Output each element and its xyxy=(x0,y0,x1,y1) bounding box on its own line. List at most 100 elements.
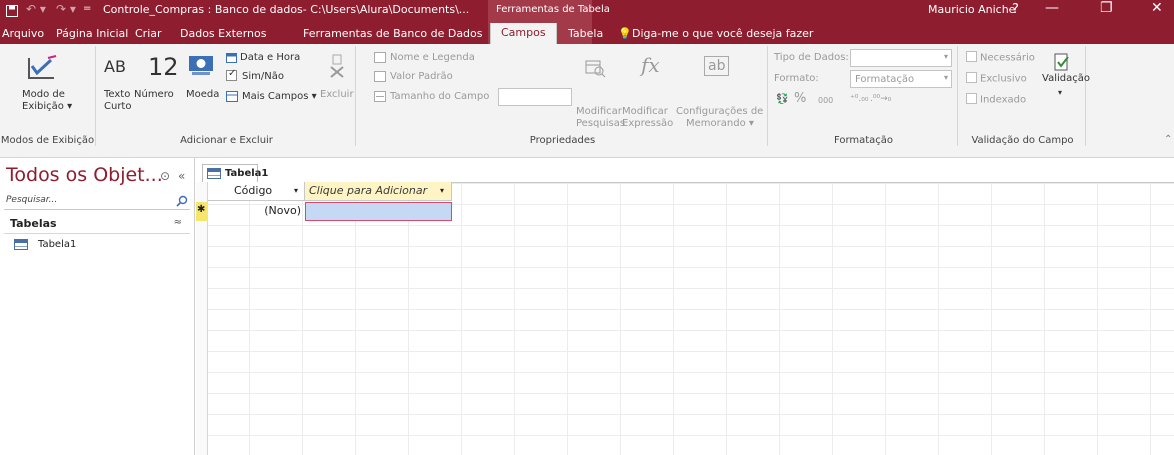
column-sort-icon[interactable]: ▾ xyxy=(294,186,298,195)
column-header-codigo[interactable]: Código ▾ xyxy=(208,182,305,201)
save-icon[interactable] xyxy=(6,5,18,17)
new-row-star-icon: ✱ xyxy=(197,204,206,215)
datasheet-grid[interactable] xyxy=(196,182,1174,455)
modify-lookups-icon[interactable] xyxy=(584,56,606,78)
delete-field-icon[interactable] xyxy=(328,54,346,78)
format-label: Formato: xyxy=(774,73,819,84)
column-header-add-label: Clique para Adicionar xyxy=(309,184,428,197)
currency-label[interactable]: Moeda xyxy=(186,89,219,101)
close-button[interactable]: ✕ xyxy=(1151,0,1163,16)
field-size-label: Tamanho do Campo xyxy=(390,91,490,102)
thousands-icon[interactable]: 000 xyxy=(818,95,833,107)
search-icon[interactable] xyxy=(176,195,188,207)
view-label-2[interactable]: Exibição ▾ xyxy=(22,101,72,113)
customize-icon[interactable]: = xyxy=(83,3,91,14)
nav-dropdown-icon[interactable]: ⊙ xyxy=(160,169,170,183)
tell-me-search[interactable]: Diga-me o que você deseja fazer xyxy=(632,24,813,44)
number-label[interactable]: Número xyxy=(134,89,174,101)
memo-settings-label-2[interactable]: Memorando ▾ xyxy=(686,118,754,130)
menu-dados-externos[interactable]: Dados Externos xyxy=(180,24,266,44)
nav-search-input[interactable]: Pesquisar... xyxy=(4,194,190,210)
group-validation: Necessário Exclusivo Indexado Validação … xyxy=(960,46,1090,146)
nav-section-label: Tabelas xyxy=(10,217,57,230)
modify-expression-label-1[interactable]: Modificar xyxy=(622,106,668,118)
modify-lookups-label-1[interactable]: Modificar xyxy=(576,106,622,118)
more-fields-icon xyxy=(226,91,238,102)
modify-expression-label-2[interactable]: Expressão xyxy=(622,118,673,130)
tab-tabela[interactable]: Tabela xyxy=(568,24,603,44)
menu-arquivo[interactable]: Arquivo xyxy=(2,24,44,44)
access-window: ↶ ▾ ↷ ▾ = Controle_Compras : Banco de da… xyxy=(0,0,1174,455)
memo-settings-icon[interactable]: ab xyxy=(704,56,730,76)
tab-campos[interactable]: Campos xyxy=(490,23,557,45)
context-title: Ferramentas de Tabela xyxy=(496,4,610,15)
fx-icon[interactable]: fx xyxy=(641,54,660,76)
data-type-label: Tipo de Dados: xyxy=(774,52,849,63)
name-caption-icon xyxy=(374,52,386,63)
modify-lookups-label-2[interactable]: Pesquisas xyxy=(576,118,625,130)
validation-dropdown-icon[interactable]: ▾ xyxy=(1058,87,1062,99)
undo-icon[interactable]: ↶ ▾ xyxy=(26,2,46,16)
yes-no-checkbox-icon[interactable] xyxy=(226,68,240,84)
datasheet-area: Tabela1 Código ▾ Clique para Adicionar ▾… xyxy=(196,158,1174,455)
restore-button[interactable]: ❐ xyxy=(1100,0,1113,16)
nav-item-tabela1[interactable]: Tabela1 xyxy=(12,236,182,254)
group-formatting: Tipo de Dados: ▾ Formato: Formatação ▾ 💱 … xyxy=(770,46,958,146)
increase-decimals-icon[interactable]: ⁺⁰.₀₀ xyxy=(850,93,868,105)
more-fields-button[interactable]: Mais Campos ▾ xyxy=(242,91,317,103)
table-icon xyxy=(14,239,28,250)
nav-collapse-icon[interactable]: « xyxy=(178,169,185,183)
nav-item-label: Tabela1 xyxy=(38,239,77,250)
column-add-dropdown-icon[interactable]: ▾ xyxy=(440,186,444,195)
indexed-checkbox[interactable]: Indexado xyxy=(966,93,1026,107)
percent-icon[interactable]: % xyxy=(794,92,806,105)
group-views: Modo de Exibição ▾ Modos de Exibição xyxy=(0,46,96,146)
group-label-properties: Propriedades xyxy=(529,135,596,146)
data-type-select[interactable]: ▾ xyxy=(850,49,952,67)
column-header-add[interactable]: Clique para Adicionar ▾ xyxy=(305,182,452,201)
format-select[interactable]: Formatação ▾ xyxy=(850,70,952,88)
validation-label[interactable]: Validação xyxy=(1042,73,1090,85)
new-row-codigo-cell[interactable]: (Novo) xyxy=(208,202,305,221)
lightbulb-icon: 💡 xyxy=(618,27,632,40)
document-tab-tabela1[interactable]: Tabela1 xyxy=(202,164,268,182)
short-text-label-1[interactable]: Texto xyxy=(104,89,130,101)
memo-settings-label-1[interactable]: Configurações de xyxy=(676,106,763,118)
currency-icon[interactable] xyxy=(188,54,214,76)
group-label-views: Modos de Exibição xyxy=(0,135,95,146)
field-size-input[interactable] xyxy=(498,88,572,106)
number-icon[interactable]: 12 xyxy=(148,54,179,80)
name-caption-button[interactable]: Nome e Legenda xyxy=(390,52,475,64)
help-button[interactable]: ? xyxy=(1012,2,1019,17)
view-label-1[interactable]: Modo de xyxy=(22,89,65,101)
short-text-label-2[interactable]: Curto xyxy=(104,101,131,113)
date-time-button[interactable]: Data e Hora xyxy=(240,52,300,64)
required-label: Necessário xyxy=(980,52,1035,64)
group-add-delete: AB Texto Curto 12 Número Moeda Data e Ho… xyxy=(98,46,356,146)
new-row-add-cell[interactable] xyxy=(305,202,452,221)
redo-icon[interactable]: ↷ ▾ xyxy=(56,2,76,16)
currency-format-icon[interactable]: 💱 xyxy=(776,94,788,106)
short-text-icon[interactable]: AB xyxy=(104,58,126,76)
required-checkbox[interactable]: Necessário xyxy=(966,51,1035,65)
nav-pane-title[interactable]: Todos os Objet... xyxy=(6,164,163,186)
unique-checkbox[interactable]: Exclusivo xyxy=(966,72,1027,86)
yes-no-button[interactable]: Sim/Não xyxy=(242,71,284,83)
date-time-icon xyxy=(226,53,237,63)
minimize-button[interactable]: — xyxy=(1045,0,1059,16)
nav-section-tables[interactable]: Tabelas ≈ xyxy=(4,214,190,234)
decrease-decimals-icon[interactable]: .⁰⁰→₀ xyxy=(870,93,891,105)
column-header-codigo-label: Código xyxy=(234,184,273,197)
document-title: Controle_Compras : Banco de dados- C:\Us… xyxy=(103,3,470,16)
user-name[interactable]: Mauricio Aniche xyxy=(928,3,1015,16)
default-value-button[interactable]: Valor Padrão xyxy=(390,71,453,83)
delete-field-label[interactable]: Excluir xyxy=(320,89,354,101)
table-icon xyxy=(207,168,221,179)
design-view-icon[interactable] xyxy=(26,54,58,82)
menu-ferramentas-bd[interactable]: Ferramentas de Banco de Dados xyxy=(303,24,483,44)
menu-pagina-inicial[interactable]: Página Inicial xyxy=(56,24,128,44)
format-select-value: Formatação xyxy=(855,74,915,85)
menu-criar[interactable]: Criar xyxy=(135,24,162,44)
collapse-ribbon-icon[interactable]: ⌃ xyxy=(1164,134,1172,146)
chevron-up-icon[interactable]: ≈ xyxy=(174,217,182,228)
